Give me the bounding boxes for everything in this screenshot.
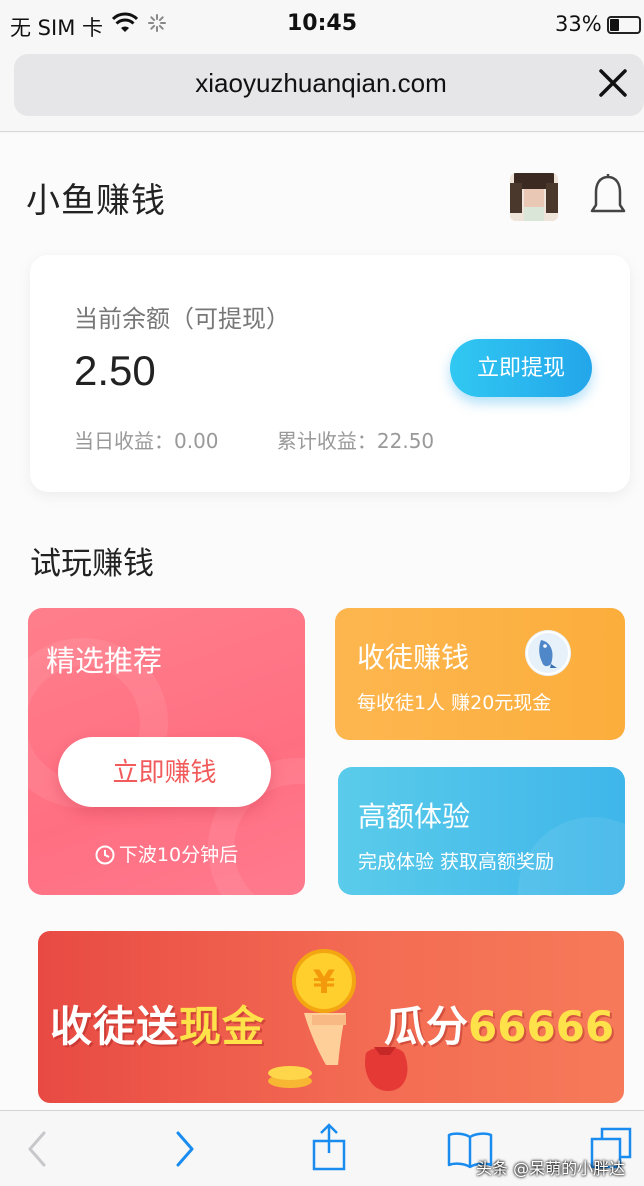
back-icon[interactable] <box>26 1129 50 1169</box>
clock-icon <box>95 845 115 865</box>
balance-label: 当前余额（可提现） <box>74 305 290 333</box>
avatar[interactable] <box>510 173 558 221</box>
featured-title: 精选推荐 <box>46 644 163 678</box>
earnings-stats: 当日收益：0.00 累计收益：22.50 <box>74 425 486 454</box>
url-field[interactable]: xiaoyuzhuanqian.com <box>14 54 644 116</box>
close-icon[interactable] <box>596 66 630 100</box>
url-text[interactable]: xiaoyuzhuanqian.com <box>14 68 628 99</box>
next-wave-text: 下波10分钟后 <box>28 840 305 867</box>
battery-percent: 33% <box>555 12 602 36</box>
clock-time: 10:45 <box>286 11 358 36</box>
experience-card[interactable]: 高额体验 完成体验 获取高额奖励 <box>338 767 625 895</box>
promo-banner[interactable]: 收徒送现金 ¥ 瓜分66666 <box>38 931 624 1103</box>
invite-card[interactable]: 收徒赚钱 每收徒1人 赚20元现金 <box>335 608 625 740</box>
coin-symbol: ¥ <box>313 963 335 1001</box>
forward-icon[interactable] <box>172 1129 196 1169</box>
balance-amount: 2.50 <box>74 347 156 394</box>
avatar-image <box>510 173 558 221</box>
fish-icon <box>525 630 571 676</box>
experience-title: 高额体验 <box>358 800 471 833</box>
earn-now-button[interactable]: 立即赚钱 <box>58 737 271 807</box>
page-content: 小鱼赚钱 当前余额（可提现） 2.50 立即提现 当日收益：0.00 累计收益：… <box>0 133 644 1110</box>
featured-card[interactable]: 精选推荐 立即赚钱 下波10分钟后 <box>28 608 305 895</box>
invite-subtitle: 每收徒1人 赚20元现金 <box>357 692 552 714</box>
experience-subtitle: 完成体验 获取高额奖励 <box>358 851 555 873</box>
banner-left-text: 收徒送现金 <box>50 1002 266 1051</box>
bell-icon[interactable] <box>588 173 628 217</box>
today-earnings: 当日收益：0.00 <box>74 429 219 453</box>
battery-icon <box>607 16 641 34</box>
withdraw-button[interactable]: 立即提现 <box>450 339 592 397</box>
watermark: 头条 @呆萌的小胖达 <box>476 1159 626 1178</box>
browser-toolbar: 头条 @呆萌的小胖达 <box>0 1110 644 1186</box>
browser-address-bar: xiaoyuzhuanqian.com <box>0 52 644 132</box>
balance-card: 当前余额（可提现） 2.50 立即提现 当日收益：0.00 累计收益：22.50 <box>30 255 630 492</box>
share-icon[interactable] <box>310 1123 348 1173</box>
status-bar: 无 SIM 卡 10:45 33% <box>0 0 644 52</box>
banner-right-text: 瓜分66666 <box>384 1002 615 1051</box>
section-title: 试玩赚钱 <box>28 546 154 582</box>
total-earnings: 累计收益：22.50 <box>276 429 435 453</box>
invite-title: 收徒赚钱 <box>357 641 470 674</box>
app-title: 小鱼赚钱 <box>26 181 166 221</box>
